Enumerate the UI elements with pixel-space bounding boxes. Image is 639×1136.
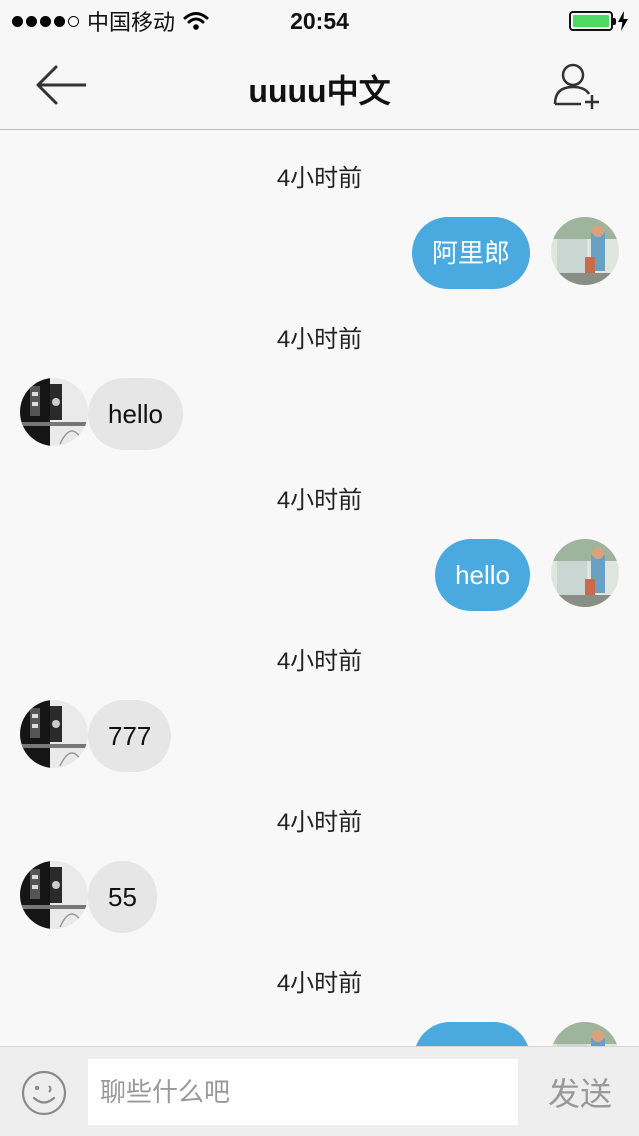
message-timestamp: 4小时前 (276, 487, 363, 514)
other-avatar[interactable] (551, 539, 619, 607)
message-input-bar: 发送 (0, 1046, 639, 1136)
page-title: uuuu中文 (248, 73, 391, 109)
battery-icon (569, 11, 616, 31)
incoming-message-bubble[interactable]: hello (88, 378, 183, 450)
battery-level (573, 15, 609, 27)
self-avatar[interactable] (20, 700, 88, 768)
status-right (569, 10, 629, 32)
message-timestamp: 4小时前 (276, 809, 363, 836)
outgoing-message-bubble[interactable] (414, 1022, 530, 1046)
add-contact-icon[interactable] (551, 60, 603, 112)
other-avatar[interactable] (551, 217, 619, 285)
message-input[interactable] (88, 1059, 518, 1125)
message-timestamp: 4小时前 (276, 648, 363, 675)
self-avatar[interactable] (20, 861, 88, 929)
other-avatar[interactable] (551, 1022, 619, 1046)
message-timestamp: 4小时前 (276, 326, 363, 353)
outgoing-message-bubble[interactable]: 阿里郎 (411, 217, 530, 289)
status-time: 20:54 (290, 8, 349, 34)
chat-area[interactable]: 4小时前 阿里郎 4小时前 hello 4小时前 hello 4小时前 777 … (0, 131, 639, 1046)
status-bar: 中国移动 20:54 (0, 0, 639, 40)
charging-bolt-icon (618, 11, 628, 31)
message-timestamp: 4小时前 (276, 970, 363, 997)
self-avatar[interactable] (20, 378, 88, 446)
incoming-message-bubble[interactable]: 777 (88, 700, 172, 772)
navigation-bar: uuuu中文 (0, 40, 639, 130)
message-timestamp: 4小时前 (276, 165, 363, 192)
outgoing-message-bubble[interactable]: hello (435, 539, 530, 611)
send-button[interactable]: 发送 (530, 1059, 630, 1125)
incoming-message-bubble[interactable]: 55 (88, 861, 157, 933)
smiley-icon[interactable] (20, 1069, 68, 1117)
